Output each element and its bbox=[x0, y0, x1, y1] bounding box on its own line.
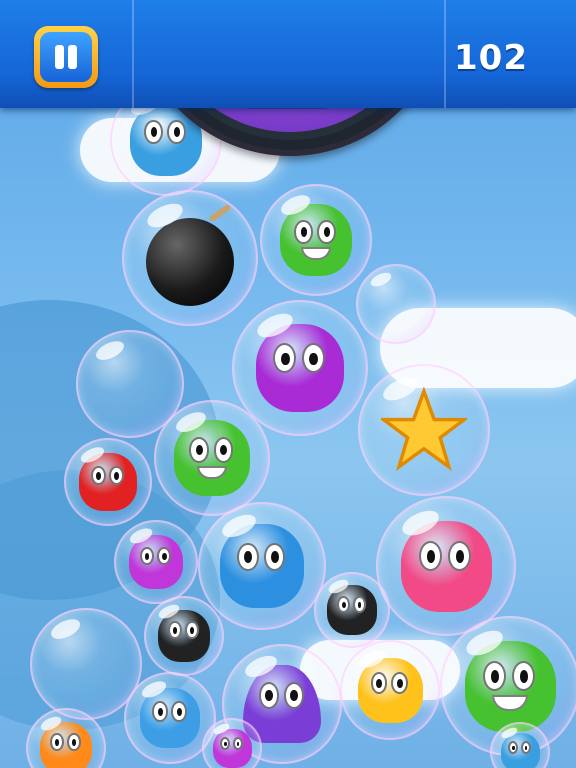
eye bbox=[482, 660, 507, 692]
bubble-red-spiky-blob bbox=[64, 438, 152, 526]
empty-bubble bbox=[76, 330, 184, 438]
pause-icon bbox=[40, 32, 92, 82]
bubble-green-blob bbox=[260, 184, 372, 296]
empty-bubble bbox=[30, 608, 142, 720]
eye bbox=[152, 701, 168, 722]
eye bbox=[511, 660, 536, 692]
bubble-star bbox=[358, 364, 490, 496]
eye bbox=[508, 741, 519, 755]
mouth bbox=[196, 465, 228, 480]
eye bbox=[168, 621, 182, 640]
eye bbox=[317, 219, 337, 245]
eye bbox=[263, 542, 286, 571]
eye bbox=[139, 546, 154, 566]
bubble-shine bbox=[48, 615, 84, 644]
bubble-bomb bbox=[122, 190, 258, 326]
bubble-shine bbox=[369, 269, 395, 289]
eye bbox=[185, 621, 199, 640]
eye bbox=[167, 119, 187, 145]
hud-divider bbox=[132, 0, 134, 108]
eye bbox=[90, 465, 106, 486]
eye bbox=[67, 733, 81, 752]
eye bbox=[273, 343, 297, 374]
eye bbox=[232, 737, 243, 751]
bubble-black-blob bbox=[144, 596, 224, 676]
eye bbox=[352, 596, 366, 613]
bubble-pink-heart-blob bbox=[376, 496, 516, 636]
pause-bar bbox=[68, 45, 77, 69]
eye bbox=[447, 540, 472, 572]
bubble-yellow-blob bbox=[340, 640, 440, 740]
eye bbox=[258, 682, 279, 709]
eye bbox=[220, 737, 231, 751]
bubble-black-blob bbox=[314, 572, 390, 648]
pause-bar bbox=[55, 45, 64, 69]
pause-button[interactable] bbox=[34, 26, 98, 88]
eye bbox=[294, 219, 314, 245]
mouth bbox=[301, 247, 331, 261]
mouth bbox=[491, 695, 529, 712]
bomb-fuse bbox=[208, 203, 232, 223]
eye bbox=[520, 741, 531, 755]
eye bbox=[283, 682, 304, 709]
eye bbox=[301, 343, 325, 374]
score-counter: 102 bbox=[454, 38, 528, 78]
eye bbox=[109, 465, 124, 486]
bubble-blue-blob bbox=[198, 502, 326, 630]
eye bbox=[370, 671, 388, 694]
eye bbox=[189, 436, 209, 463]
eye bbox=[337, 596, 350, 613]
bubble-shine bbox=[93, 337, 128, 364]
eye bbox=[213, 436, 234, 463]
hud-divider bbox=[444, 0, 446, 108]
eye bbox=[237, 542, 259, 571]
eye bbox=[171, 701, 187, 722]
bomb-icon bbox=[145, 217, 235, 307]
hud-bar: 102 bbox=[0, 0, 576, 108]
eye bbox=[50, 733, 64, 752]
eye bbox=[418, 540, 443, 572]
empty-bubble bbox=[356, 264, 436, 344]
eye bbox=[157, 546, 172, 566]
bubble-purple-blob bbox=[114, 520, 198, 604]
eye bbox=[391, 671, 409, 694]
eye bbox=[144, 119, 164, 145]
